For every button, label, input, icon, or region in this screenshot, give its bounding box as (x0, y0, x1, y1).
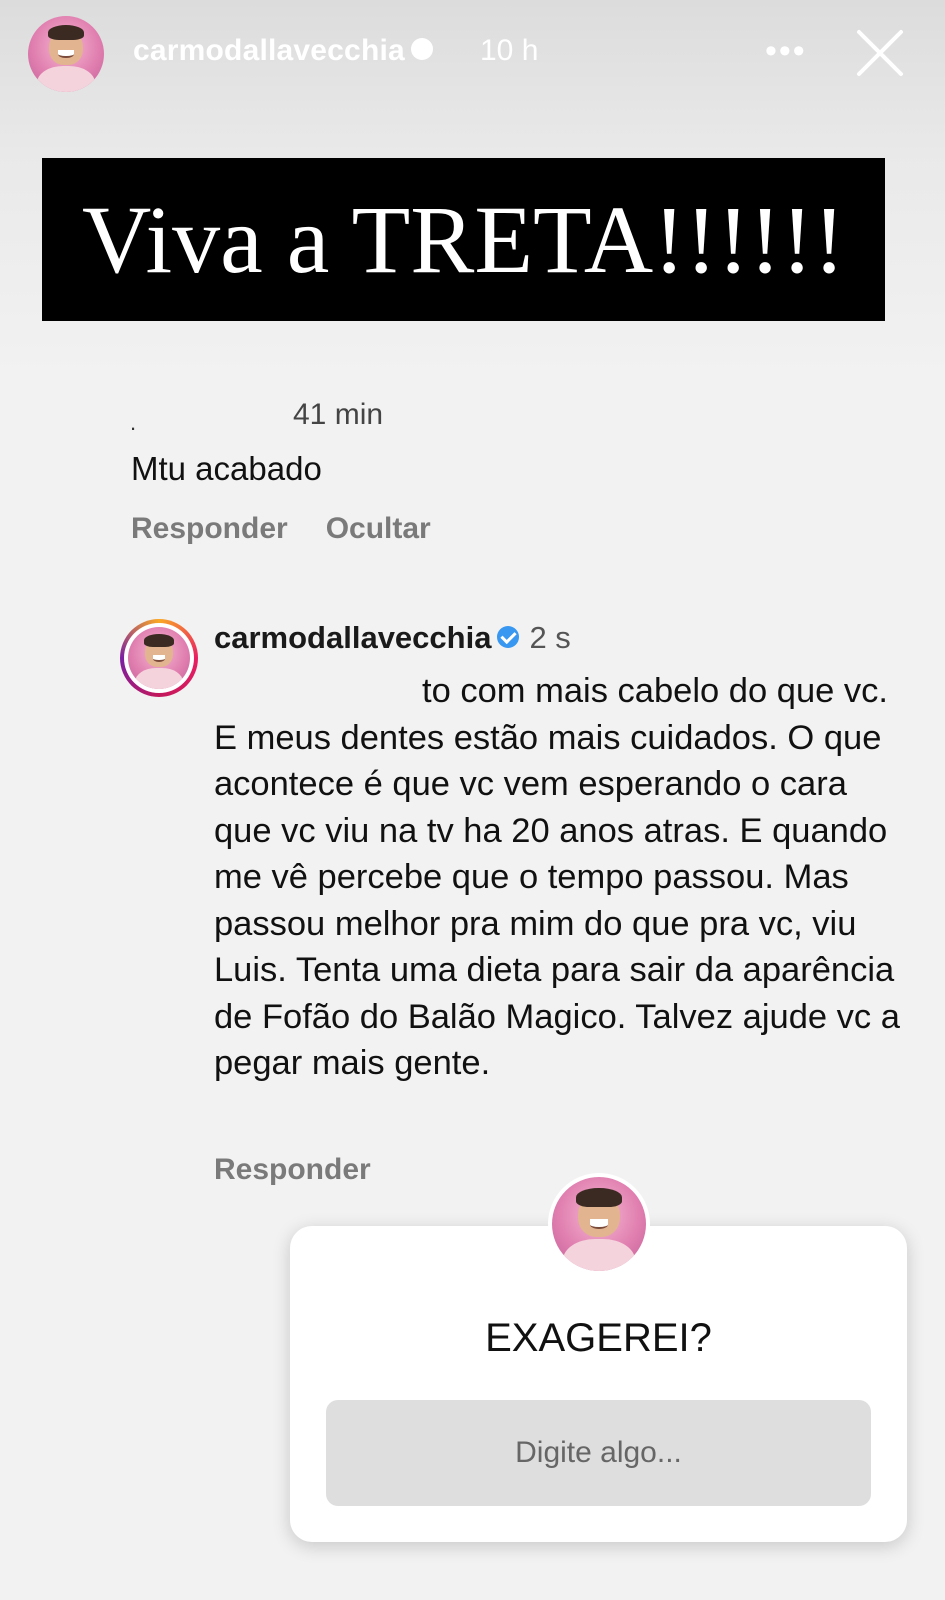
question-text: EXAGEREI? (485, 1316, 712, 1360)
reply-avatar-image (128, 627, 190, 689)
close-icon[interactable] (855, 28, 905, 78)
reply-text: to com mais cabelo do que vc. E meus den… (214, 668, 914, 1087)
question-avatar-image (552, 1177, 646, 1271)
story-username[interactable]: carmodallavecchia (133, 34, 433, 68)
comment-actions: Responder Ocultar (131, 512, 469, 546)
story-header: carmodallavecchia 10 h ••• (0, 0, 945, 110)
reply-time: 2 s (529, 620, 571, 655)
reply-header: carmodallavecchia 2 s (214, 620, 571, 656)
profile-avatar[interactable] (28, 16, 104, 92)
story-time: 10 h (480, 34, 539, 67)
question-avatar (548, 1173, 650, 1275)
redacted-username: . (130, 410, 137, 435)
story-username-text[interactable]: carmodallavecchia (133, 34, 405, 67)
comment-time: 41 min (293, 398, 384, 431)
verified-badge-icon (410, 38, 433, 61)
title-banner: Viva a TRETA!!!!!! (42, 158, 885, 321)
hide-button[interactable]: Ocultar (326, 512, 431, 545)
reply-username[interactable]: carmodallavecchia (214, 620, 491, 655)
comment-text: Mtu acabado (131, 450, 322, 487)
reply-button[interactable]: Responder (131, 512, 288, 545)
reply-text-content: to com mais cabelo do que vc. E meus den… (214, 672, 900, 1082)
answer-input[interactable]: Digite algo... (326, 1400, 871, 1506)
verified-badge-icon (497, 625, 520, 648)
reply-avatar[interactable] (120, 619, 198, 697)
reply-button[interactable]: Responder (214, 1153, 371, 1187)
more-icon[interactable]: ••• (765, 34, 807, 68)
